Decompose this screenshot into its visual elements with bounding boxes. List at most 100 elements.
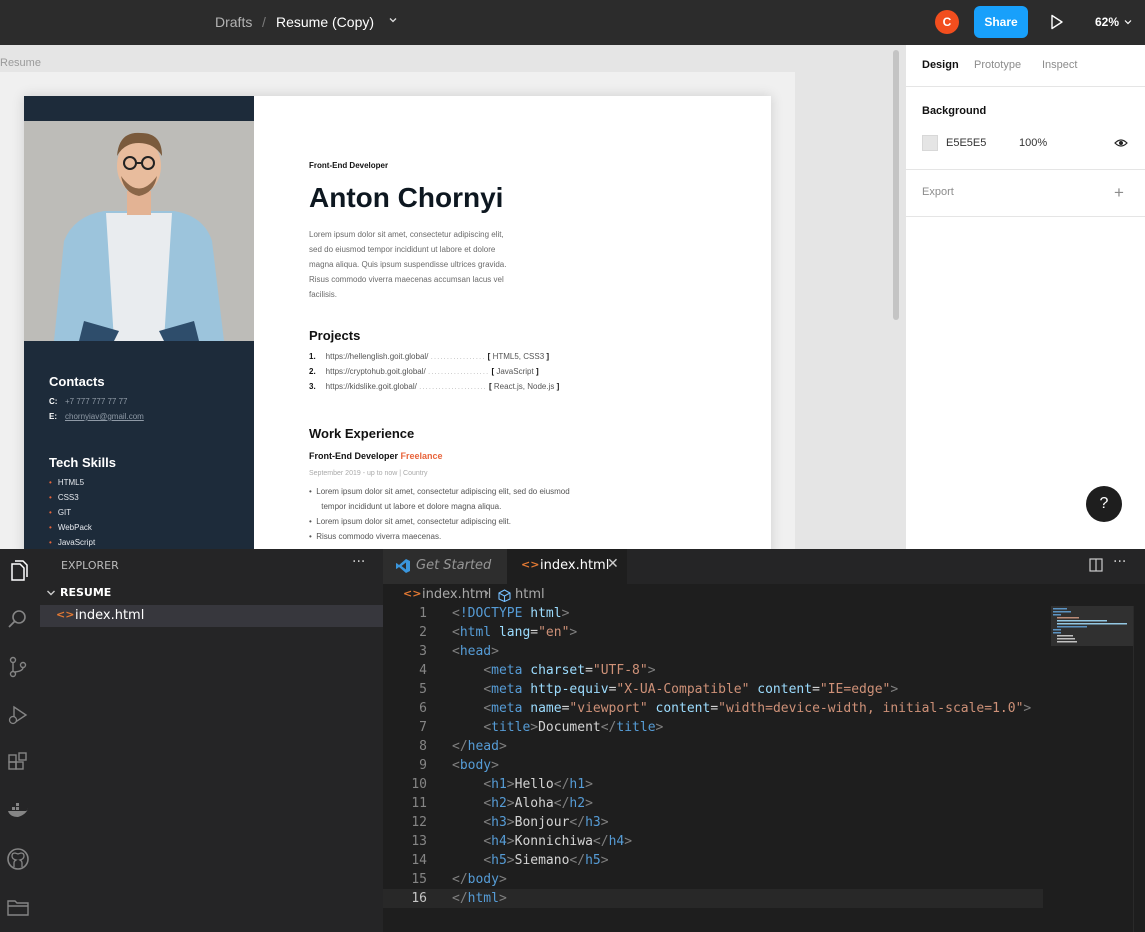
figma-toolbar: Drafts / Resume (Copy) C Share 62% xyxy=(0,0,1145,45)
tab-prototype[interactable]: Prototype xyxy=(974,59,1021,71)
background-hex[interactable]: E5E5E5 xyxy=(946,137,986,149)
tab-design[interactable]: Design xyxy=(922,59,959,71)
work-experience-heading: Work Experience xyxy=(309,426,415,441)
resume-role: Front-End Developer xyxy=(309,161,389,170)
resume-name: Anton Chornyi xyxy=(309,182,504,213)
tab-label: index.html xyxy=(540,558,610,573)
project-number: 3. xyxy=(309,382,316,391)
source-control-icon[interactable] xyxy=(6,655,30,679)
tab-inspect[interactable]: Inspect xyxy=(1042,59,1077,71)
zoom-level[interactable]: 62% xyxy=(1095,15,1119,29)
code-line[interactable]: 8 </head> xyxy=(383,737,1043,756)
properties-panel: Design Prototype Inspect Background E5E5… xyxy=(905,45,1145,549)
profile-photo xyxy=(24,121,254,341)
breadcrumb-separator: / xyxy=(262,14,266,30)
code-line[interactable]: 1 <!DOCTYPE html> xyxy=(383,604,1043,623)
code-line[interactable]: 9 <body> xyxy=(383,756,1043,775)
play-icon[interactable] xyxy=(1050,14,1064,30)
editor-scrollbar[interactable] xyxy=(1133,606,1145,932)
code-line[interactable]: 3 <head> xyxy=(383,642,1043,661)
project-item: 2. https://cryptohub.goit.global/ .......… xyxy=(309,367,539,376)
code-line[interactable]: 15 </body> xyxy=(383,870,1043,889)
close-icon[interactable]: ✕ xyxy=(607,556,619,572)
skill-item: CSS3 xyxy=(49,493,79,502)
code-line[interactable]: 7 <title>Document</title> xyxy=(383,718,1043,737)
project-url: https://cryptohub.goit.global/ xyxy=(325,367,426,376)
background-opacity[interactable]: 100% xyxy=(1019,137,1047,149)
resume-sidebar: Contacts C: +7 777 777 77 77 E: chornyia… xyxy=(24,96,254,549)
code-editor[interactable]: 1 <!DOCTYPE html> 2 <html lang="en"> 3 <hea… xyxy=(383,604,1043,932)
search-icon[interactable] xyxy=(6,607,30,631)
breadcrumb-drafts[interactable]: Drafts xyxy=(215,14,252,30)
code-line[interactable]: 11 <h2>Aloha</h2> xyxy=(383,794,1043,813)
breadcrumb-file[interactable]: index.html xyxy=(422,587,491,602)
activity-bar xyxy=(0,549,40,932)
project-leader: ................. xyxy=(430,352,486,361)
code-line[interactable]: 4 <meta charset="UTF-8"> xyxy=(383,661,1043,680)
code-line[interactable]: 14 <h5>Siemano</h5> xyxy=(383,851,1043,870)
explorer-sidebar: EXPLORER ··· RESUME <> index.html xyxy=(40,549,383,932)
file-item[interactable]: <> index.html xyxy=(40,605,383,627)
figma-window: Drafts / Resume (Copy) C Share 62% Resum… xyxy=(0,0,1145,549)
extensions-icon[interactable] xyxy=(6,751,30,775)
breadcrumb-symbol[interactable]: html xyxy=(515,587,545,602)
code-line[interactable]: 6 <meta name="viewport" content="width=d… xyxy=(383,699,1043,718)
breadcrumb-file-name[interactable]: Resume (Copy) xyxy=(276,14,374,30)
project-item: 3. https://kidslike.goit.global/ ........… xyxy=(309,382,559,391)
folder-name: RESUME xyxy=(60,586,112,599)
minimap[interactable] xyxy=(1043,606,1145,932)
figma-canvas[interactable]: Resume Contacts C: +7 777 777 77 77 E: c… xyxy=(0,45,905,549)
chevron-down-icon[interactable] xyxy=(46,588,56,598)
html-file-icon: <> xyxy=(56,608,75,621)
tab-bar: Get Started <> index.html ✕ ··· xyxy=(383,549,1145,584)
github-icon[interactable] xyxy=(6,847,30,871)
project-tags: [ React.js, Node.js ] xyxy=(489,382,560,391)
code-line-active[interactable]: 16 </html> xyxy=(383,889,1043,908)
folder-row[interactable]: RESUME xyxy=(40,583,383,603)
minimap-slider[interactable] xyxy=(1051,606,1137,646)
project-leader: ..................... xyxy=(419,382,487,391)
avatar[interactable]: C xyxy=(935,10,959,34)
tab-get-started[interactable]: Get Started xyxy=(383,549,507,584)
vscode-logo-icon xyxy=(396,559,410,573)
code-line[interactable]: 13 <h4>Konnichiwa</h4> xyxy=(383,832,1043,851)
project-item: 1. https://hellenglish.goit.global/ .....… xyxy=(309,352,549,361)
project-tags: [ HTML5, CSS3 ] xyxy=(487,352,550,361)
more-actions-icon[interactable]: ··· xyxy=(1113,554,1126,570)
contact-email: chornyiav@gmail.com xyxy=(65,412,144,421)
eye-icon[interactable] xyxy=(1114,137,1128,149)
run-debug-icon[interactable] xyxy=(6,703,30,727)
share-button[interactable]: Share xyxy=(974,6,1028,38)
code-line[interactable]: 10 <h1>Hello</h1> xyxy=(383,775,1043,794)
bio-line: magna aliqua. Quis ipsum suspendisse ult… xyxy=(309,260,507,269)
help-button[interactable]: ? xyxy=(1086,486,1122,522)
docker-icon[interactable] xyxy=(6,799,30,823)
more-actions-icon[interactable]: ··· xyxy=(352,554,365,570)
project-number: 1. xyxy=(309,352,316,361)
chevron-down-icon[interactable] xyxy=(1124,18,1132,26)
breadcrumb: <> index.html › html xyxy=(383,584,1145,606)
canvas-scrollbar[interactable] xyxy=(893,50,899,320)
job-type: Freelance xyxy=(400,451,443,461)
divider xyxy=(906,86,1145,87)
background-swatch[interactable] xyxy=(922,135,938,151)
job-bullet: • Risus commodo viverra maecenas. xyxy=(309,532,442,541)
add-export-button[interactable]: + xyxy=(1114,183,1124,203)
split-editor-icon[interactable] xyxy=(1089,558,1103,572)
folder-icon[interactable] xyxy=(6,895,30,919)
code-line[interactable]: 5 <meta http-equiv="X-UA-Compatible" con… xyxy=(383,680,1043,699)
files-icon[interactable] xyxy=(6,559,30,583)
breadcrumb-separator: › xyxy=(484,586,490,601)
code-line[interactable]: 2 <html lang="en"> xyxy=(383,623,1043,642)
resume-page[interactable]: Contacts C: +7 777 777 77 77 E: chornyia… xyxy=(24,96,771,549)
tab-index-html[interactable]: <> index.html ✕ xyxy=(507,549,627,584)
projects-heading: Projects xyxy=(309,328,361,343)
phone-label: C: xyxy=(49,397,58,406)
project-leader: ................... xyxy=(427,367,490,376)
vscode-window: EXPLORER ··· RESUME <> index.html Get St… xyxy=(0,549,1145,932)
chevron-down-icon[interactable] xyxy=(388,15,398,25)
email-label: E: xyxy=(49,412,57,421)
frame-label[interactable]: Resume xyxy=(0,57,41,69)
code-line[interactable]: 12 <h3>Bonjour</h3> xyxy=(383,813,1043,832)
html-file-icon: <> xyxy=(521,558,540,571)
